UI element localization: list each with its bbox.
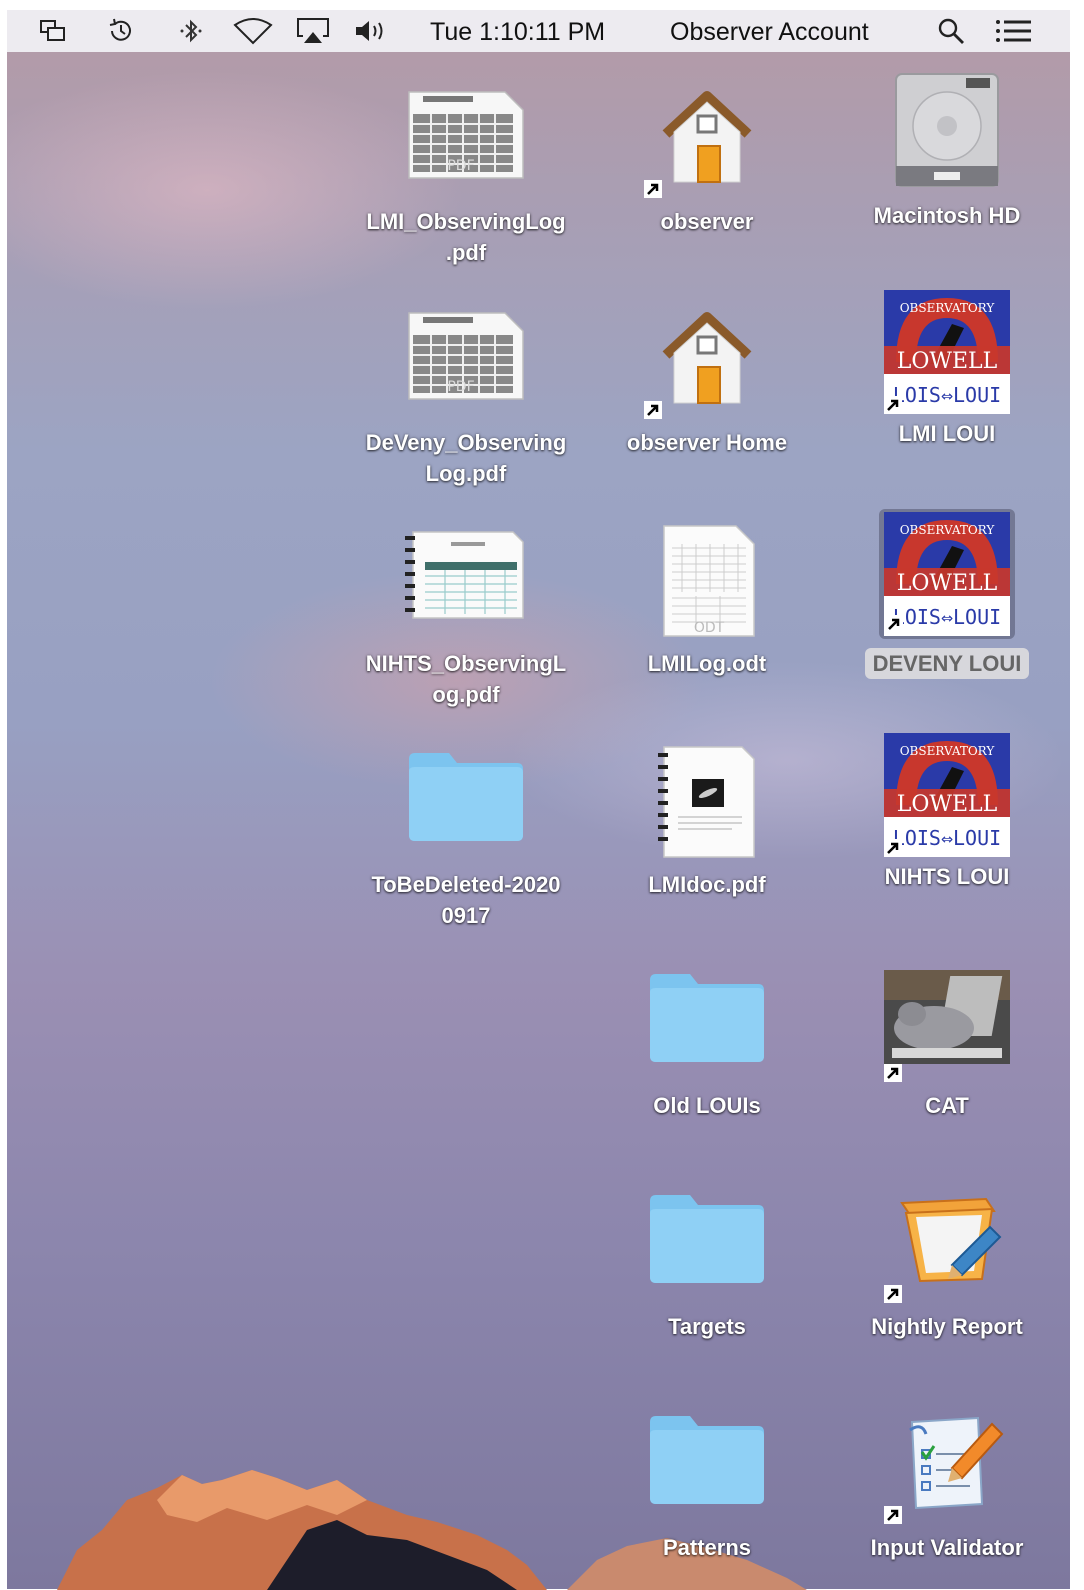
svg-text:LOIS⇔LOUI: LOIS⇔LOUI bbox=[893, 383, 1001, 407]
desktop-item-label: observer Home bbox=[626, 430, 788, 455]
desktop-item-old-louis-folder[interactable]: Old LOUIs bbox=[592, 966, 822, 1121]
spotlight-search-icon[interactable] bbox=[935, 16, 967, 46]
svg-text:LOWELL: LOWELL bbox=[897, 571, 998, 596]
home-folder-icon bbox=[642, 303, 772, 421]
desktop-item-deveny-observinglog[interactable]: PDF DeVeny_Observing Log.pdf bbox=[351, 303, 581, 489]
folder-icon bbox=[642, 1187, 772, 1305]
display-mirror-icon[interactable] bbox=[37, 16, 69, 46]
desktop-item-lmidoc-pdf[interactable]: LMIdoc.pdf bbox=[592, 745, 822, 900]
svg-text:LOIS⇔LOUI: LOIS⇔LOUI bbox=[893, 826, 1001, 850]
alias-arrow-icon bbox=[644, 401, 662, 419]
cat-photo-icon bbox=[882, 966, 1012, 1084]
desktop-item-lmi-observinglog[interactable]: PDF LMI_ObservingLog .pdf bbox=[351, 82, 581, 268]
svg-text:PDF: PDF bbox=[447, 379, 474, 395]
nightly-report-icon bbox=[882, 1187, 1012, 1305]
hard-drive-icon bbox=[882, 70, 1012, 200]
desktop-item-observer-home-alias[interactable]: observer Home bbox=[592, 303, 822, 458]
folder-icon bbox=[642, 1408, 772, 1526]
alias-arrow-icon bbox=[885, 615, 903, 633]
pdf-document-icon bbox=[642, 745, 772, 863]
desktop-item-label: NIHTS_ObservingL og.pdf bbox=[365, 651, 567, 707]
desktop-item-label: CAT bbox=[925, 1093, 969, 1118]
desktop-item-label: Nightly Report bbox=[871, 1314, 1023, 1339]
desktop-item-label: Patterns bbox=[662, 1535, 752, 1560]
svg-text:PDF: PDF bbox=[447, 158, 474, 174]
svg-text:OBSERVATORY: OBSERVATORY bbox=[900, 744, 996, 758]
desktop-item-lmilog-odt[interactable]: ODT LMILog.odt bbox=[592, 524, 822, 679]
lowell-app-icon: OBSERVATORY LOWELL LOIS⇔LOUI bbox=[879, 509, 1015, 639]
svg-text:ODT: ODT bbox=[694, 620, 725, 636]
desktop-item-lmi-loui-alias[interactable]: OBSERVATORY LOWELL LOIS⇔LOUI LMI LOUI bbox=[832, 288, 1062, 449]
desktop-item-nihts-observinglog[interactable]: NIHTS_ObservingL og.pdf bbox=[351, 524, 581, 710]
desktop-item-tobedeleted-folder[interactable]: ToBeDeleted-2020 0917 bbox=[351, 745, 581, 931]
desktop-item-label: LMILog.odt bbox=[647, 651, 767, 676]
menu-bar: Tue 1:10:11 PM Observer Account bbox=[7, 10, 1070, 52]
desktop-item-cat-alias[interactable]: CAT bbox=[832, 966, 1062, 1121]
desktop-item-input-validator-alias[interactable]: Input Validator bbox=[832, 1408, 1062, 1563]
clock[interactable]: Tue 1:10:11 PM bbox=[430, 18, 605, 47]
wifi-icon[interactable] bbox=[233, 16, 273, 46]
airplay-icon[interactable] bbox=[295, 16, 331, 46]
folder-icon bbox=[401, 745, 531, 863]
folder-icon bbox=[642, 966, 772, 1084]
notification-center-icon[interactable] bbox=[995, 16, 1033, 46]
desktop-item-label: LMI_ObservingLog .pdf bbox=[366, 209, 566, 265]
desktop-item-label: Input Validator bbox=[870, 1535, 1024, 1560]
desktop-item-label-selected: DEVENY LOUI bbox=[864, 648, 1030, 679]
svg-text:OBSERVATORY: OBSERVATORY bbox=[900, 523, 996, 537]
home-folder-icon bbox=[642, 82, 772, 200]
desktop-item-label: observer bbox=[660, 209, 754, 234]
desktop-item-label: Targets bbox=[668, 1314, 746, 1339]
lowell-app-icon: OBSERVATORY LOWELL LOIS⇔LOUI bbox=[882, 288, 1012, 416]
alias-arrow-icon bbox=[884, 1064, 902, 1082]
input-validator-icon bbox=[882, 1408, 1012, 1526]
desktop-item-label: ToBeDeleted-2020 0917 bbox=[371, 872, 561, 928]
lowell-app-icon: OBSERVATORY LOWELL LOIS⇔LOUI bbox=[882, 731, 1012, 859]
alias-arrow-icon bbox=[884, 839, 902, 857]
desktop-item-nihts-loui-alias[interactable]: OBSERVATORY LOWELL LOIS⇔LOUI NIHTS LOUI bbox=[832, 731, 1062, 892]
odt-document-icon: ODT bbox=[642, 524, 772, 642]
desktop-item-label: Old LOUIs bbox=[653, 1093, 761, 1118]
svg-text:OBSERVATORY: OBSERVATORY bbox=[900, 301, 996, 315]
desktop-item-observer-alias[interactable]: observer bbox=[592, 82, 822, 237]
desktop-item-label: Macintosh HD bbox=[873, 203, 1021, 228]
svg-text:LOIS⇔LOUI: LOIS⇔LOUI bbox=[893, 605, 1001, 629]
user-account-menu[interactable]: Observer Account bbox=[670, 18, 869, 47]
pdf-document-icon: PDF bbox=[401, 303, 531, 421]
alias-arrow-icon bbox=[644, 180, 662, 198]
desktop-item-patterns-folder[interactable]: Patterns bbox=[592, 1408, 822, 1563]
bluetooth-icon[interactable] bbox=[175, 16, 207, 46]
desktop-item-label: LMI LOUI bbox=[898, 421, 996, 446]
desktop-item-label: DeVeny_Observing Log.pdf bbox=[365, 430, 567, 486]
desktop-item-targets-folder[interactable]: Targets bbox=[592, 1187, 822, 1342]
desktop-item-label: LMIdoc.pdf bbox=[648, 872, 766, 897]
svg-text:LOWELL: LOWELL bbox=[897, 792, 998, 817]
alias-arrow-icon bbox=[884, 1285, 902, 1303]
alias-arrow-icon bbox=[884, 396, 902, 414]
volume-icon[interactable] bbox=[353, 16, 391, 46]
desktop-item-nightly-report-alias[interactable]: Nightly Report bbox=[832, 1187, 1062, 1342]
desktop-item-macintosh-hd[interactable]: Macintosh HD bbox=[832, 70, 1062, 231]
time-machine-icon[interactable] bbox=[105, 16, 137, 46]
desktop-item-label: NIHTS LOUI bbox=[884, 864, 1010, 889]
desktop-item-deveny-loui-alias[interactable]: OBSERVATORY LOWELL LOIS⇔LOUI DEVENY LOUI bbox=[832, 509, 1062, 679]
alias-arrow-icon bbox=[884, 1506, 902, 1524]
svg-text:LOWELL: LOWELL bbox=[897, 349, 998, 374]
pdf-document-icon bbox=[401, 524, 531, 642]
pdf-document-icon: PDF bbox=[401, 82, 531, 200]
